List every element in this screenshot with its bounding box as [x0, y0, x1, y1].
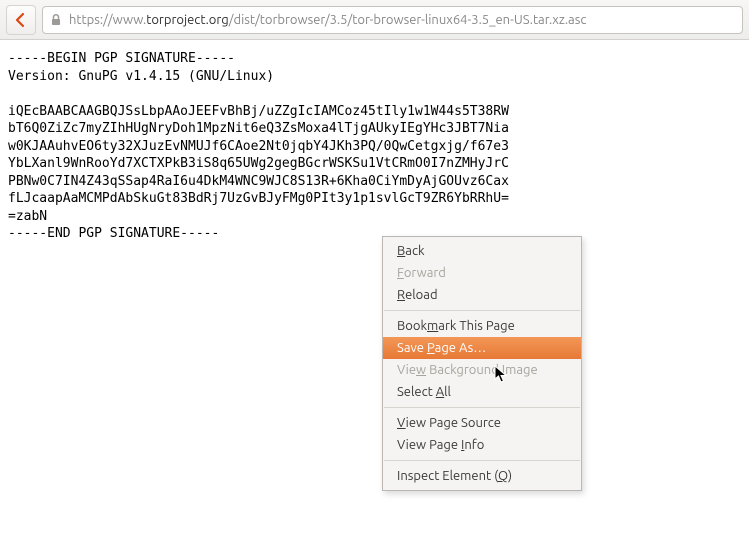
menu-forward-rest: orward: [404, 266, 446, 280]
menu-separator: [384, 460, 580, 461]
pgp-line: YbLXanl9WnRooYd7XCTXPkB3iS8q65UWg2gegBGc…: [8, 156, 509, 171]
url-bar[interactable]: https://www.torproject.org/dist/torbrows…: [42, 6, 743, 34]
menu-back-rest: ack: [405, 244, 424, 258]
menu-reload[interactable]: Reload: [383, 284, 581, 306]
pgp-line: iQEcBAABCAAGBQJSsLbpAAoJEEFvBhBj/uZZgIcI…: [8, 104, 509, 119]
menu-view-bg-image: View Background Image: [383, 359, 581, 381]
pgp-line: bT6Q0ZiZc7myZIhHUgNryDoh1MpzNit6eQ3ZsMox…: [8, 121, 509, 136]
browser-toolbar: https://www.torproject.org/dist/torbrows…: [0, 0, 749, 40]
pgp-line: PBNw0C7IN4Z43qSSap4RaI6u4DkM4WNC9WJC8S13…: [8, 174, 509, 189]
context-menu: Back Forward Reload Bookmark This Page S…: [382, 236, 582, 491]
menu-reload-rest: eload: [405, 288, 437, 302]
pgp-end: -----END PGP SIGNATURE-----: [8, 226, 219, 241]
menu-view-source[interactable]: View Page Source: [383, 412, 581, 434]
pgp-version: Version: GnuPG v1.4.15 (GNU/Linux): [8, 69, 274, 84]
menu-select-all[interactable]: Select All: [383, 381, 581, 403]
pgp-line: fLJcaapAaMCMPdAbSkuGt83BdRj7UzGvBJyFMg0P…: [8, 191, 509, 206]
pgp-line: w0KJAAuhvEO6ty32XJuzEvNMUJf6CAoe2Nt0jqbY…: [8, 139, 509, 154]
url-host: torproject.org: [146, 13, 229, 27]
url-text: https://www.torproject.org/dist/torbrows…: [69, 13, 736, 27]
menu-separator: [384, 310, 580, 311]
menu-view-info[interactable]: View Page Info: [383, 434, 581, 456]
menu-separator: [384, 407, 580, 408]
menu-save-page-as[interactable]: Save Page As…: [383, 337, 581, 359]
menu-bookmark[interactable]: Bookmark This Page: [383, 315, 581, 337]
url-path: /dist/torbrowser/3.5/tor-browser-linux64…: [229, 13, 587, 27]
page-content: -----BEGIN PGP SIGNATURE----- Version: G…: [0, 40, 749, 253]
menu-forward: Forward: [383, 262, 581, 284]
url-scheme: https://www.: [69, 13, 146, 27]
back-button[interactable]: [6, 5, 36, 35]
menu-back[interactable]: Back: [383, 240, 581, 262]
lock-icon: [49, 13, 63, 27]
back-arrow-icon: [13, 12, 29, 28]
pgp-begin: -----BEGIN PGP SIGNATURE-----: [8, 51, 235, 66]
pgp-tail: =zabN: [8, 209, 47, 224]
menu-inspect[interactable]: Inspect Element (Q): [383, 465, 581, 487]
